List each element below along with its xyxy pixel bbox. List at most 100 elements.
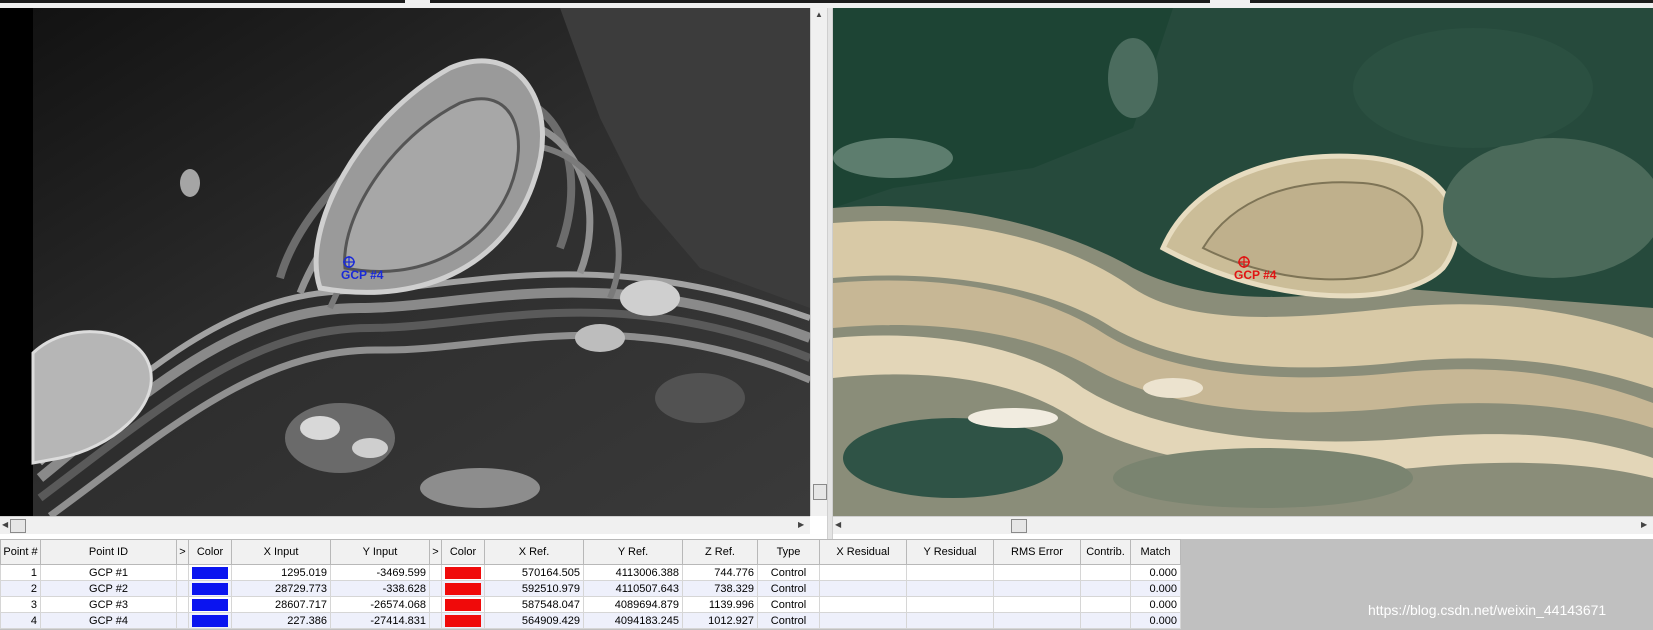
cell-rms-error[interactable]	[993, 564, 1081, 581]
cell-rms-error[interactable]	[993, 580, 1081, 597]
cell-x-ref[interactable]: 564909.429	[484, 612, 584, 629]
col-header-point-id[interactable]: Point ID	[40, 539, 177, 565]
table-row[interactable]: 3 GCP #3 28607.717 -26574.068 587548.047…	[0, 596, 1181, 613]
reference-horizontal-scrollbar[interactable]: ◀ ▶	[833, 516, 1653, 534]
col-header-y-ref[interactable]: Y Ref.	[583, 539, 683, 565]
gcp-crosshair-icon[interactable]	[343, 256, 355, 268]
cell-y-input[interactable]: -3469.599	[330, 564, 430, 581]
cell-input-color[interactable]	[188, 596, 232, 613]
cell-type[interactable]: Control	[757, 596, 820, 613]
col-header-input-color[interactable]: Color	[188, 539, 232, 565]
cell-ref-color[interactable]	[441, 596, 485, 613]
cell-x-residual[interactable]	[819, 580, 907, 597]
cell-rms-error[interactable]	[993, 612, 1081, 629]
cell-match[interactable]: 0.000	[1130, 580, 1181, 597]
cell-type[interactable]: Control	[757, 564, 820, 581]
cell-z-ref[interactable]: 1012.927	[682, 612, 758, 629]
cell-rms-error[interactable]	[993, 596, 1081, 613]
scroll-right-icon[interactable]: ▶	[1641, 520, 1647, 530]
col-header-x-input[interactable]: X Input	[231, 539, 331, 565]
cell-point-num[interactable]: 4	[0, 612, 41, 629]
cell-x-residual[interactable]	[819, 564, 907, 581]
cell-x-residual[interactable]	[819, 612, 907, 629]
scroll-thumb[interactable]	[813, 484, 827, 500]
scroll-thumb[interactable]	[1011, 519, 1027, 533]
cell-z-ref[interactable]: 738.329	[682, 580, 758, 597]
cell-y-residual[interactable]	[906, 580, 994, 597]
gcp-crosshair-icon[interactable]	[1238, 256, 1250, 268]
input-color-swatch[interactable]	[192, 614, 228, 627]
col-header-x-ref[interactable]: X Ref.	[484, 539, 584, 565]
cell-y-ref[interactable]: 4110507.643	[583, 580, 683, 597]
cell-point-id[interactable]: GCP #2	[40, 580, 177, 597]
scroll-left-icon[interactable]: ◀	[2, 520, 8, 530]
col-header-z-ref[interactable]: Z Ref.	[682, 539, 758, 565]
col-header-ref-color[interactable]: Color	[441, 539, 485, 565]
cell-x-input[interactable]: 28607.717	[231, 596, 331, 613]
cell-y-input[interactable]: -27414.831	[330, 612, 430, 629]
cell-y-residual[interactable]	[906, 564, 994, 581]
reference-image-viewer[interactable]: GCP #4	[833, 8, 1653, 516]
col-header-point-num[interactable]: Point #	[0, 539, 41, 565]
cell-type[interactable]: Control	[757, 612, 820, 629]
col-header-contrib[interactable]: Contrib.	[1080, 539, 1131, 565]
ref-color-swatch[interactable]	[445, 598, 481, 611]
input-image-viewer[interactable]: GCP #4	[0, 8, 810, 516]
expand-ref-button[interactable]: >	[429, 539, 442, 565]
cell-input-color[interactable]	[188, 580, 232, 597]
cell-contrib[interactable]	[1080, 580, 1131, 597]
scroll-right-icon[interactable]: ▶	[798, 520, 804, 530]
cell-y-ref[interactable]: 4094183.245	[583, 612, 683, 629]
col-header-y-input[interactable]: Y Input	[330, 539, 430, 565]
cell-x-residual[interactable]	[819, 596, 907, 613]
col-header-match[interactable]: Match	[1130, 539, 1181, 565]
cell-y-input[interactable]: -338.628	[330, 580, 430, 597]
cell-type[interactable]: Control	[757, 580, 820, 597]
ref-color-swatch[interactable]	[445, 582, 481, 595]
cell-ref-color[interactable]	[441, 564, 485, 581]
expand-input-button[interactable]: >	[176, 539, 189, 565]
input-color-swatch[interactable]	[192, 598, 228, 611]
cell-y-residual[interactable]	[906, 596, 994, 613]
cell-y-ref[interactable]: 4089694.879	[583, 596, 683, 613]
cell-point-num[interactable]: 1	[0, 564, 41, 581]
col-header-x-residual[interactable]: X Residual	[819, 539, 907, 565]
ref-color-swatch[interactable]	[445, 566, 481, 579]
cell-x-ref[interactable]: 570164.505	[484, 564, 584, 581]
cell-input-color[interactable]	[188, 564, 232, 581]
cell-x-ref[interactable]: 592510.979	[484, 580, 584, 597]
cell-x-input[interactable]: 1295.019	[231, 564, 331, 581]
scroll-up-icon[interactable]: ▲	[815, 10, 823, 20]
input-color-swatch[interactable]	[192, 582, 228, 595]
cell-point-num[interactable]: 2	[0, 580, 41, 597]
cell-z-ref[interactable]: 744.776	[682, 564, 758, 581]
cell-point-id[interactable]: GCP #4	[40, 612, 177, 629]
cell-contrib[interactable]	[1080, 596, 1131, 613]
cell-x-ref[interactable]: 587548.047	[484, 596, 584, 613]
cell-x-input[interactable]: 227.386	[231, 612, 331, 629]
table-row[interactable]: 1 GCP #1 1295.019 -3469.599 570164.505 4…	[0, 564, 1181, 581]
input-vertical-scrollbar[interactable]: ▲	[810, 8, 828, 516]
cell-contrib[interactable]	[1080, 564, 1131, 581]
col-header-type[interactable]: Type	[757, 539, 820, 565]
cell-ref-color[interactable]	[441, 580, 485, 597]
ref-color-swatch[interactable]	[445, 614, 481, 627]
input-horizontal-scrollbar[interactable]: ◀ ▶	[0, 516, 810, 534]
cell-match[interactable]: 0.000	[1130, 564, 1181, 581]
col-header-y-residual[interactable]: Y Residual	[906, 539, 994, 565]
table-row[interactable]: 2 GCP #2 28729.773 -338.628 592510.979 4…	[0, 580, 1181, 597]
cell-point-id[interactable]: GCP #1	[40, 564, 177, 581]
cell-z-ref[interactable]: 1139.996	[682, 596, 758, 613]
cell-x-input[interactable]: 28729.773	[231, 580, 331, 597]
col-header-rms-error[interactable]: RMS Error	[993, 539, 1081, 565]
cell-match[interactable]: 0.000	[1130, 612, 1181, 629]
cell-ref-color[interactable]	[441, 612, 485, 629]
scroll-thumb[interactable]	[10, 519, 26, 533]
cell-y-input[interactable]: -26574.068	[330, 596, 430, 613]
cell-contrib[interactable]	[1080, 612, 1131, 629]
cell-input-color[interactable]	[188, 612, 232, 629]
cell-match[interactable]: 0.000	[1130, 596, 1181, 613]
table-row[interactable]: 4 GCP #4 227.386 -27414.831 564909.429 4…	[0, 612, 1181, 629]
cell-y-ref[interactable]: 4113006.388	[583, 564, 683, 581]
cell-y-residual[interactable]	[906, 612, 994, 629]
